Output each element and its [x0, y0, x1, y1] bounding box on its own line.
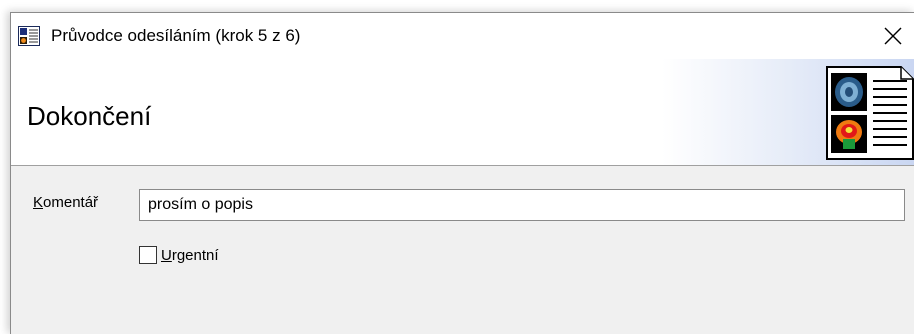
document-icon	[18, 26, 40, 46]
page-title: Dokončení	[27, 101, 152, 131]
close-button[interactable]	[871, 17, 914, 55]
wizard-header: Dokončení	[11, 59, 914, 166]
urgent-checkbox-row[interactable]: Urgentní	[139, 246, 219, 264]
urgent-label-mnemonic: U	[161, 246, 172, 264]
close-icon	[884, 27, 902, 45]
wizard-content: Komentář Urgentní	[11, 166, 914, 334]
comment-label: Komentář	[33, 194, 98, 211]
urgent-label-text: rgentní	[171, 246, 219, 264]
wizard-dialog: Průvodce odesíláním (krok 5 z 6) Dokonče…	[10, 12, 914, 334]
comment-label-mnemonic: K	[33, 194, 44, 211]
urgent-checkbox[interactable]	[139, 246, 157, 264]
title-bar: Průvodce odesíláním (krok 5 z 6)	[11, 13, 914, 59]
comment-input[interactable]	[139, 189, 905, 221]
urgent-label: Urgentní	[161, 247, 219, 264]
medical-document-icon	[825, 65, 914, 161]
window-title: Průvodce odesíláním (krok 5 z 6)	[51, 26, 301, 45]
comment-label-text: omentář	[43, 194, 99, 211]
